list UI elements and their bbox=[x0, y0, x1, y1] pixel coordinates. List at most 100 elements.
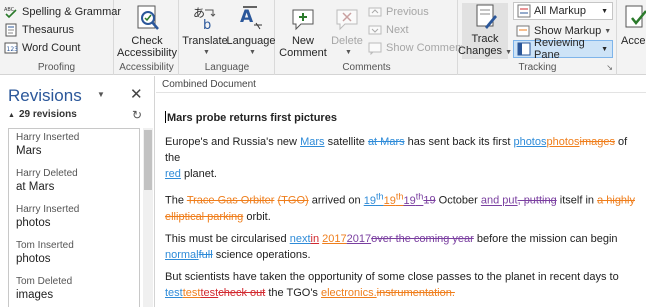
paragraph-1: Europe's and Russia's new Mars satellite… bbox=[165, 136, 628, 180]
markup-view-select[interactable]: All Markup ▼ bbox=[513, 2, 613, 20]
markup-view-icon bbox=[517, 4, 531, 18]
document-body[interactable]: Mars probe returns first pictures Europe… bbox=[165, 110, 643, 307]
deletion[interactable]: full bbox=[199, 249, 213, 261]
paragraph-4: But scientists have taken the opportunit… bbox=[165, 270, 619, 299]
show-comments-icon bbox=[368, 41, 382, 55]
svg-text:123: 123 bbox=[7, 46, 19, 53]
new-comment-icon bbox=[288, 3, 318, 33]
insertion[interactable]: 19th bbox=[364, 191, 384, 207]
deletion[interactable]: Trace Gas Orbiter bbox=[187, 195, 275, 207]
word-count-icon: 123 bbox=[4, 41, 18, 55]
collapse-chevron-icon[interactable]: ▲ bbox=[8, 112, 15, 119]
revisions-list: Harry Inserted Mars Harry Deleted at Mar… bbox=[8, 128, 140, 307]
next-comment-button[interactable]: Next bbox=[368, 21, 409, 39]
proofing-group-label: Proofing bbox=[37, 62, 76, 73]
deletion[interactable]: over the coming year bbox=[371, 233, 474, 245]
deletion[interactable]: check out bbox=[218, 287, 265, 299]
tracking-group-label: Tracking bbox=[518, 62, 557, 73]
delete-comment-button[interactable]: Delete ▼ bbox=[328, 3, 366, 59]
comments-group-label: Comments bbox=[342, 62, 391, 73]
insertion[interactable]: photos bbox=[546, 136, 579, 148]
insertion[interactable]: test bbox=[183, 287, 201, 299]
insertion[interactable]: 2017 bbox=[322, 233, 346, 245]
close-icon[interactable]: ✕ bbox=[130, 85, 143, 103]
revision-item[interactable]: Harry Deleted at Mars bbox=[9, 165, 139, 201]
revisions-pane-menu-dropdown-icon[interactable]: ▼ bbox=[97, 90, 105, 99]
changes-group: Acce bbox=[618, 0, 646, 75]
insertion[interactable]: 2017 bbox=[347, 233, 371, 245]
insertion[interactable]: red bbox=[165, 168, 181, 180]
track-changes-button[interactable]: Track Changes ▼ bbox=[458, 3, 512, 59]
revisions-count[interactable]: ▲ 29 revisions bbox=[8, 109, 77, 120]
insertion[interactable]: photos bbox=[513, 136, 546, 148]
tracking-options-launcher-icon[interactable]: ↘ bbox=[606, 63, 613, 72]
delete-comment-icon bbox=[332, 3, 362, 33]
next-comment-icon bbox=[368, 23, 382, 37]
insertion[interactable]: normal bbox=[165, 249, 199, 261]
comments-group: New Comment Delete ▼ Previous Next Show … bbox=[276, 0, 470, 75]
revisions-scrollbar[interactable] bbox=[143, 128, 153, 307]
translate-dropdown-arrow: ▼ bbox=[203, 49, 210, 56]
check-accessibility-icon bbox=[132, 3, 162, 33]
insertion[interactable]: next bbox=[290, 233, 311, 245]
deletion[interactable]: at Mars bbox=[368, 136, 405, 148]
translate-button[interactable]: あb Translate ▼ bbox=[182, 3, 227, 59]
language-group-label: Language bbox=[204, 62, 250, 73]
paragraph-2: The Trace Gas Orbiter (TGO) arrived on 1… bbox=[165, 191, 635, 223]
deletion[interactable]: 19 bbox=[423, 195, 435, 207]
language-dropdown-arrow: ▼ bbox=[249, 49, 256, 56]
deletion[interactable]: (TGO) bbox=[278, 195, 309, 207]
insertion[interactable]: Mars bbox=[300, 136, 324, 148]
previous-comment-icon bbox=[368, 5, 382, 19]
language-group: あb Translate ▼ A Language ▼ Language bbox=[180, 0, 275, 75]
check-accessibility-button[interactable]: Check Accessibility bbox=[117, 3, 177, 59]
accept-button[interactable]: Acce bbox=[621, 3, 646, 47]
deletion[interactable]: a highly bbox=[597, 195, 635, 207]
proofing-group: ABC Spelling & Grammar Thesaurus 123 Wor… bbox=[0, 0, 121, 75]
deletion[interactable]: , putting bbox=[518, 195, 557, 207]
revision-item[interactable]: Tom Inserted photos bbox=[9, 237, 139, 273]
insertion[interactable]: 19th bbox=[384, 191, 404, 207]
insertion[interactable]: 19th bbox=[403, 191, 423, 207]
svg-text:A: A bbox=[240, 7, 254, 27]
spelling-check-icon: ABC bbox=[4, 5, 18, 19]
revisions-scrollbar-thumb[interactable] bbox=[144, 130, 152, 190]
thesaurus-icon bbox=[4, 23, 18, 37]
previous-comment-button[interactable]: Previous bbox=[368, 3, 429, 21]
deletion[interactable]: instrumentation. bbox=[377, 287, 455, 299]
deletion[interactable]: elliptical parking bbox=[165, 211, 243, 223]
insertion[interactable]: test bbox=[200, 287, 218, 299]
insertion[interactable]: electronics. bbox=[321, 287, 377, 299]
accept-icon bbox=[621, 3, 646, 33]
accessibility-group-label: Accessibility bbox=[119, 62, 174, 73]
insertion[interactable]: and put bbox=[481, 195, 518, 207]
reviewing-pane-button[interactable]: Reviewing Pane ▼ bbox=[513, 37, 613, 61]
show-markup-dropdown-arrow: ▼ bbox=[604, 27, 612, 35]
svg-text:b: b bbox=[203, 18, 211, 32]
language-button[interactable]: A Language ▼ bbox=[227, 3, 275, 59]
revision-item[interactable]: Harry Inserted Mars bbox=[9, 129, 139, 165]
word-count-button[interactable]: 123 Word Count bbox=[4, 39, 81, 57]
deletion[interactable]: images bbox=[580, 136, 615, 148]
insertion[interactable]: test bbox=[165, 287, 183, 299]
revision-item[interactable]: Harry Inserted photos bbox=[9, 201, 139, 237]
revision-item[interactable]: Tom Deleted images bbox=[9, 273, 139, 307]
revisions-pane-title: Revisions bbox=[8, 86, 82, 105]
track-changes-dropdown-arrow: ▼ bbox=[505, 49, 512, 56]
new-comment-button[interactable]: New Comment bbox=[279, 3, 327, 59]
document-pane-header: Combined Document bbox=[156, 76, 646, 93]
reviewing-pane-dropdown-arrow: ▼ bbox=[601, 45, 608, 53]
spelling-grammar-button[interactable]: ABC Spelling & Grammar bbox=[4, 3, 121, 21]
show-comments-button[interactable]: Show Comments bbox=[368, 39, 470, 57]
track-changes-icon bbox=[470, 3, 500, 31]
language-icon: A bbox=[236, 3, 266, 33]
document-area[interactable]: Combined Document Mars probe returns fir… bbox=[156, 76, 646, 307]
text-cursor bbox=[165, 111, 166, 123]
translate-icon: あb bbox=[190, 3, 220, 33]
accessibility-group: Check Accessibility Accessibility bbox=[115, 0, 179, 75]
insertion[interactable]: in bbox=[311, 233, 320, 245]
tracking-group: Track Changes ▼ All Markup ▼ Show Markup … bbox=[458, 0, 617, 75]
thesaurus-button[interactable]: Thesaurus bbox=[4, 21, 74, 39]
delete-dropdown-arrow: ▼ bbox=[345, 49, 352, 56]
refresh-icon[interactable]: ↻ bbox=[132, 108, 142, 122]
